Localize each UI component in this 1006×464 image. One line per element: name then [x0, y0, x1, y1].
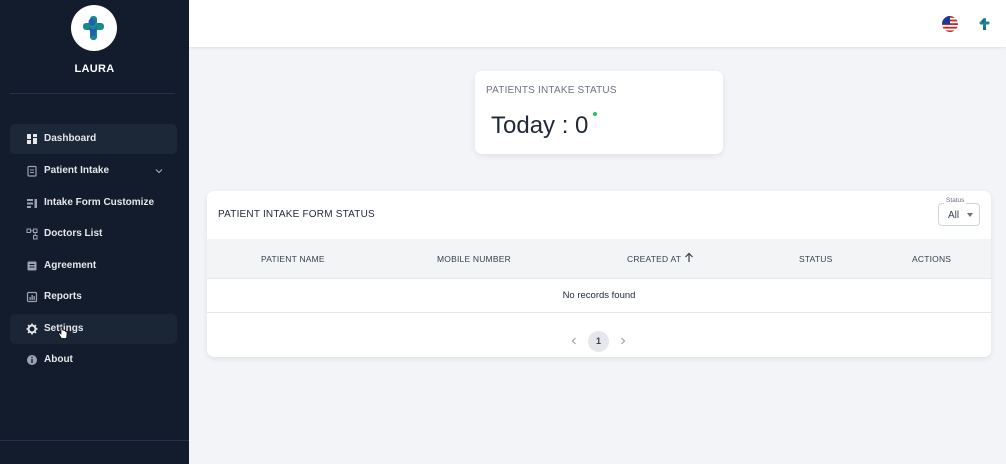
page-button-current[interactable]: 1: [588, 331, 609, 352]
sidebar-item-reports[interactable]: Reports: [10, 282, 177, 312]
sidebar-item-label: Doctors List: [44, 228, 103, 239]
hand-cursor-icon: [58, 326, 68, 339]
column-header-mobile-number[interactable]: MOBILE NUMBER: [437, 254, 511, 264]
laura-logo-icon[interactable]: [71, 5, 117, 51]
agreement-icon: [27, 261, 37, 271]
status-dot-icon: [593, 112, 597, 116]
intake-status-title: PATIENTS INTAKE STATUS: [486, 85, 617, 96]
brand-name: LAURA: [74, 63, 115, 75]
pagination: 1: [207, 331, 991, 353]
sidebar-item-about[interactable]: About: [10, 345, 177, 375]
column-header-actions: ACTIONS: [912, 254, 952, 264]
chevron-down-icon[interactable]: [153, 165, 165, 177]
info-icon: [27, 355, 37, 365]
sidebar-item-label: Agreement: [44, 260, 97, 271]
form-customize-icon: [27, 199, 37, 208]
sidebar-item-label: Dashboard: [44, 133, 97, 144]
column-header-created-at[interactable]: CREATED AT: [627, 254, 681, 264]
empty-table-message: No records found: [562, 290, 636, 301]
table-divider: [207, 278, 991, 279]
us-flag-icon[interactable]: [942, 16, 958, 32]
sidebar-item-label: Reports: [44, 291, 82, 302]
chevron-right-icon[interactable]: [618, 335, 628, 347]
sidebar: LAURA Dashboard Patient Intake Intake Fo…: [0, 0, 189, 464]
column-header-patient-name[interactable]: PATIENT NAME: [261, 254, 325, 264]
reports-icon: [26, 291, 38, 303]
sidebar-item-label: About: [44, 354, 73, 365]
sidebar-item-doctors-list[interactable]: Doctors List: [10, 219, 177, 249]
status-filter-label: Status: [944, 197, 967, 204]
intake-today-count: Today : 0: [491, 112, 589, 139]
intake-status-card: PATIENTS INTAKE STATUS Today : 0: [475, 71, 723, 154]
sidebar-item-intake-form-customize[interactable]: Intake Form Customize: [10, 188, 177, 218]
laura-logo-icon[interactable]: [978, 16, 992, 32]
sidebar-item-patient-intake[interactable]: Patient Intake: [10, 156, 177, 186]
table-title: PATIENT INTAKE FORM STATUS: [218, 209, 375, 220]
clipboard-icon: [27, 165, 37, 177]
intake-form-status-table-card: PATIENT INTAKE FORM STATUS All Status PA…: [207, 191, 991, 357]
sidebar-item-agreement[interactable]: Agreement: [10, 251, 177, 281]
sidebar-divider: [10, 93, 175, 94]
sidebar-item-label: Intake Form Customize: [44, 197, 155, 208]
doctors-list-icon: [26, 228, 38, 240]
table-divider: [207, 312, 991, 313]
sort-arrow-up-icon[interactable]: [684, 252, 694, 263]
sidebar-item-label: Patient Intake: [44, 165, 110, 176]
column-header-status[interactable]: STATUS: [799, 254, 832, 264]
sidebar-item-dashboard[interactable]: Dashboard: [10, 124, 177, 154]
top-bar: [189, 0, 1006, 47]
status-filter-select[interactable]: All: [938, 203, 980, 226]
table-header: PATIENT NAME MOBILE NUMBER CREATED AT ST…: [207, 239, 991, 278]
sidebar-item-settings[interactable]: Settings: [10, 314, 177, 344]
dashboard-icon: [27, 134, 37, 144]
chevron-left-icon[interactable]: [569, 335, 579, 347]
gear-icon: [26, 323, 38, 335]
status-filter-value: All: [948, 210, 960, 221]
caret-down-icon: [967, 213, 973, 217]
sidebar-divider: [0, 440, 189, 441]
